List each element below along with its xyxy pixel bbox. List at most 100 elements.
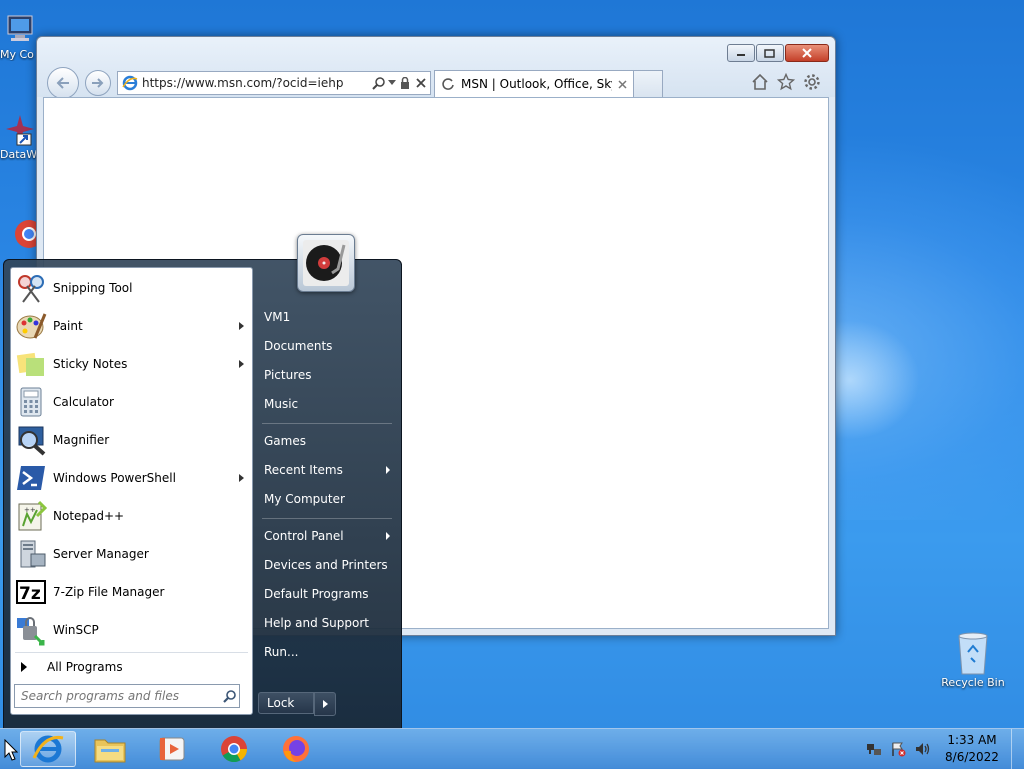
start-item-control-panel[interactable]: Control Panel <box>258 524 396 548</box>
minimize-button[interactable] <box>727 44 755 62</box>
action-center-flag-icon[interactable] <box>890 741 906 757</box>
start-item-label: Run... <box>264 645 299 659</box>
program-item-server-manager[interactable]: Server Manager <box>11 536 252 572</box>
arrow-left-icon <box>56 77 69 89</box>
program-item-winscp[interactable]: WinSCP <box>11 612 252 648</box>
address-bar[interactable]: https://www.msn.com/?ocid=iehp <box>117 71 431 95</box>
start-item-label: Recent Items <box>264 463 343 477</box>
start-item-recent-items[interactable]: Recent Items <box>258 458 396 482</box>
start-item-label: My Computer <box>264 492 345 506</box>
network-icon[interactable] <box>866 741 882 757</box>
chevron-down-icon[interactable] <box>388 80 396 86</box>
show-desktop-button[interactable] <box>1011 729 1024 769</box>
desktop-icon-my-computer[interactable]: My Co <box>0 12 40 61</box>
desktop-icon-dataw[interactable]: DataW <box>0 112 40 161</box>
home-icon[interactable] <box>751 73 769 94</box>
close-button[interactable] <box>785 44 829 62</box>
start-item-default-programs[interactable]: Default Programs <box>258 582 396 606</box>
arrow-right-icon <box>92 78 104 88</box>
start-item-label: Help and Support <box>264 616 369 630</box>
start-item-vm1[interactable]: VM1 <box>258 305 396 329</box>
lock-button[interactable]: Lock <box>258 692 314 714</box>
submenu-arrow-icon[interactable] <box>239 474 244 482</box>
start-search-box[interactable] <box>14 684 240 708</box>
start-item-help-and-support[interactable]: Help and Support <box>258 611 396 635</box>
tab-close-icon[interactable] <box>618 79 627 89</box>
taskbar-firefox[interactable] <box>268 731 324 767</box>
mouse-cursor-icon <box>4 738 19 764</box>
program-item-7zip[interactable]: 7z 7-Zip File Manager <box>11 574 252 610</box>
program-item-sticky-notes[interactable]: Sticky Notes <box>11 346 252 382</box>
search-input[interactable] <box>19 688 221 704</box>
system-tray: 1:33 AM 8/6/2022 <box>866 729 1024 769</box>
address-text[interactable]: https://www.msn.com/?ocid=iehp <box>142 76 372 90</box>
taskbar-internet-explorer[interactable] <box>20 731 76 767</box>
shutdown-options-button[interactable] <box>314 692 336 716</box>
start-item-games[interactable]: Games <box>258 429 396 453</box>
search-icon[interactable] <box>372 76 386 90</box>
calculator-icon <box>15 386 47 418</box>
start-item-documents[interactable]: Documents <box>258 334 396 358</box>
notepadpp-icon: ++ <box>15 500 48 532</box>
user-account-picture[interactable] <box>297 234 355 292</box>
start-item-label: VM1 <box>264 310 291 324</box>
back-button[interactable] <box>47 67 79 99</box>
all-programs-button[interactable]: All Programs <box>11 656 252 678</box>
clock-date: 8/6/2022 <box>945 750 999 764</box>
start-item-label: Control Panel <box>264 529 344 543</box>
all-programs-label: All Programs <box>47 660 123 674</box>
browser-tab[interactable]: MSN | Outlook, Office, Sky... <box>434 70 634 97</box>
start-item-devices-and-printers[interactable]: Devices and Printers <box>258 553 396 577</box>
program-item-magnifier[interactable]: Magnifier <box>11 422 252 458</box>
start-item-my-computer[interactable]: My Computer <box>258 487 396 511</box>
sticky-notes-icon <box>15 348 47 380</box>
start-item-label: Default Programs <box>264 587 369 601</box>
triangle-right-icon <box>322 700 328 708</box>
program-item-snipping-tool[interactable]: Snipping Tool <box>11 270 252 306</box>
program-label: Calculator <box>53 395 114 409</box>
restore-button[interactable] <box>756 44 784 62</box>
program-label: Sticky Notes <box>53 357 128 371</box>
lock-icon[interactable] <box>400 77 410 89</box>
start-item-pictures[interactable]: Pictures <box>258 363 396 387</box>
start-menu: Snipping Tool Paint Sticky Notes Calcula… <box>3 259 402 729</box>
program-label: WinSCP <box>53 623 99 637</box>
winscp-icon <box>15 614 47 646</box>
program-label: Paint <box>53 319 83 333</box>
gear-icon[interactable] <box>803 73 821 94</box>
submenu-arrow-icon[interactable] <box>239 360 244 368</box>
7zip-icon: 7z <box>15 576 47 608</box>
volume-icon[interactable] <box>914 741 932 757</box>
program-item-calculator[interactable]: Calculator <box>11 384 252 420</box>
program-label: Magnifier <box>53 433 110 447</box>
minimize-icon <box>737 54 745 56</box>
program-item-windows-powershell[interactable]: Windows PowerShell <box>11 460 252 496</box>
program-item-paint[interactable]: Paint <box>11 308 252 344</box>
start-item-music[interactable]: Music <box>258 392 396 416</box>
browser-toolbar <box>751 72 821 94</box>
search-icon[interactable] <box>223 689 237 703</box>
start-item-label: Pictures <box>264 368 312 382</box>
stop-icon[interactable] <box>416 78 426 88</box>
magnifier-icon <box>15 424 47 456</box>
submenu-arrow-icon[interactable] <box>239 322 244 330</box>
program-label: Snipping Tool <box>53 281 133 295</box>
taskbar-clock[interactable]: 1:33 AM 8/6/2022 <box>942 732 1002 766</box>
forward-button[interactable] <box>85 70 111 96</box>
start-item-run[interactable]: Run... <box>258 640 396 664</box>
powershell-icon <box>15 462 47 494</box>
clock-time: 1:33 AM <box>947 733 997 747</box>
folder-icon <box>94 739 126 763</box>
taskbar-media-player[interactable] <box>144 731 200 767</box>
start-right-divider <box>262 518 392 519</box>
programs-pane: Snipping Tool Paint Sticky Notes Calcula… <box>10 267 253 715</box>
taskbar-chrome[interactable] <box>206 731 262 767</box>
new-tab-button[interactable] <box>633 70 663 97</box>
desktop-icon-recycle-bin[interactable]: Recycle Bin <box>936 630 1010 689</box>
favorites-star-icon[interactable] <box>776 72 796 94</box>
taskbar: 1:33 AM 8/6/2022 <box>0 728 1024 769</box>
desktop-icon-chrome-shortcut[interactable] <box>0 214 40 258</box>
program-item-notepadpp[interactable]: ++ Notepad++ <box>11 498 252 534</box>
taskbar-file-explorer[interactable] <box>82 731 138 767</box>
palette-icon <box>15 310 47 342</box>
